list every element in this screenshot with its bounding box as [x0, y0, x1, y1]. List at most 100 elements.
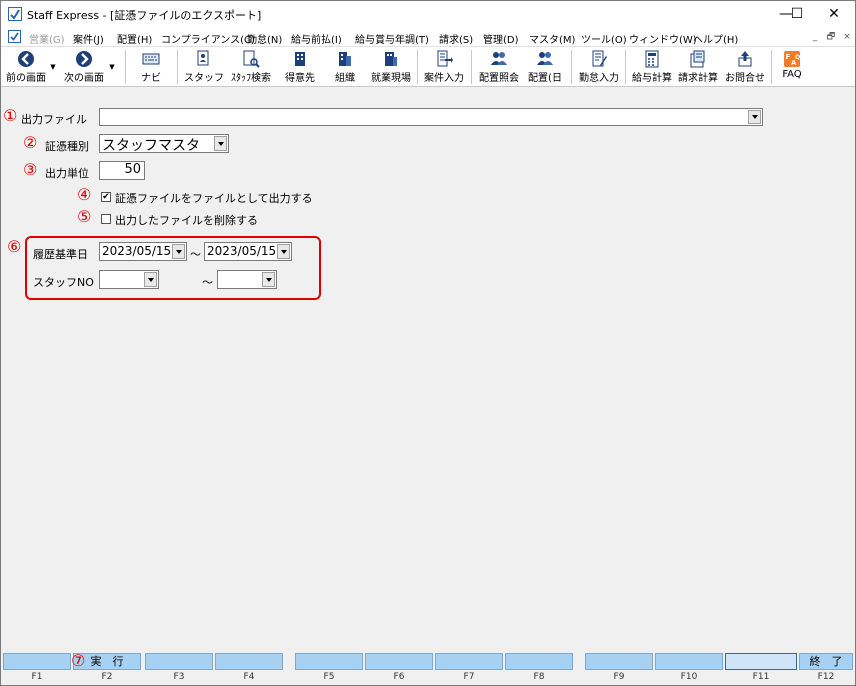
- menu-assignment[interactable]: 配置(H): [117, 31, 152, 46]
- toolbar-separator: [177, 50, 178, 84]
- fkey-label-f4: F4: [243, 672, 255, 682]
- history-date-to-dropdown-button[interactable]: [277, 244, 290, 259]
- staff-no-label: スタッフNO: [33, 276, 94, 289]
- tb-label: 案件入力: [424, 73, 464, 84]
- tb-prev-screen[interactable]: 前の画面: [3, 47, 49, 87]
- fkey-f7-button[interactable]: [435, 653, 503, 670]
- close-button[interactable]: ✕: [811, 1, 856, 27]
- svg-text:F: F: [786, 53, 791, 61]
- tb-staff[interactable]: スタッフ: [181, 47, 227, 87]
- menu-payroll[interactable]: 給与賞与年調(T): [355, 31, 429, 46]
- output-file-dropdown-button[interactable]: [748, 110, 761, 124]
- fkey-f6-button[interactable]: [365, 653, 433, 670]
- tb-navi[interactable]: ナビ: [129, 47, 173, 87]
- mdi-restore-button[interactable]: 🗗: [825, 31, 837, 43]
- evidence-type-select[interactable]: スタッフマスタ: [99, 134, 229, 154]
- toolbar: 前の画面 ▼ 次の画面 ▼ ナビ スタッフ ｽﾀｯﾌ検索 得意先 組織 就業現場…: [1, 47, 855, 87]
- chevron-down-icon: [751, 115, 758, 119]
- chevron-down-icon: [175, 249, 182, 254]
- tb-next-dropdown[interactable]: ▼: [108, 47, 116, 87]
- staff-no-to-dropdown-button[interactable]: [262, 272, 275, 287]
- tb-assignment-inquiry[interactable]: 配置照会: [475, 47, 523, 87]
- menu-sales[interactable]: 営業(G): [29, 31, 65, 46]
- staff-no-from-select[interactable]: [99, 270, 159, 289]
- job-entry-icon: [437, 50, 453, 67]
- inquiry-icon: [738, 51, 752, 67]
- faq-icon: FAQ: [784, 51, 800, 67]
- tb-clients[interactable]: 得意先: [277, 47, 323, 87]
- tb-billing-calc[interactable]: 請求計算: [675, 47, 721, 87]
- menu-admin[interactable]: 管理(D): [483, 31, 519, 46]
- toolbar-separator: [417, 50, 418, 84]
- menu-compliance[interactable]: コンプライアンス(C): [161, 31, 255, 46]
- fkey-f4-button[interactable]: [215, 653, 283, 670]
- history-date-to-value: 2023/05/15: [207, 244, 277, 258]
- fkey-f9-button[interactable]: [585, 653, 653, 670]
- tb-inquiry[interactable]: お問合せ: [721, 47, 769, 87]
- tb-label: 得意先: [285, 73, 315, 84]
- history-date-from-dropdown-button[interactable]: [172, 244, 185, 259]
- output-unit-value: 50: [124, 162, 141, 177]
- fkey-label-f11: F11: [752, 672, 770, 682]
- arrow-left-icon: [18, 51, 34, 67]
- tb-label: 就業現場: [371, 73, 411, 84]
- marker-1: ①: [3, 106, 18, 125]
- tb-assignment-daily[interactable]: 配置(日: [523, 47, 567, 87]
- svg-text:Q: Q: [795, 54, 800, 61]
- menu-window[interactable]: ウィンドウ(W): [629, 31, 697, 46]
- fkey-f1-button[interactable]: [3, 653, 71, 670]
- tb-staff-search[interactable]: ｽﾀｯﾌ検索: [227, 47, 275, 87]
- fkey-label-f12: F12: [817, 672, 835, 682]
- fkey-label-f7: F7: [463, 672, 475, 682]
- menu-tools[interactable]: ツール(O): [581, 31, 627, 46]
- output-unit-input[interactable]: 50: [99, 161, 145, 180]
- history-date-to-picker[interactable]: 2023/05/15: [204, 242, 292, 261]
- tb-next-screen[interactable]: 次の画面: [61, 47, 107, 87]
- marker-5: ⑤: [77, 207, 92, 226]
- export-as-file-checkbox[interactable]: ✔: [101, 192, 111, 202]
- delete-output-checkbox[interactable]: [101, 214, 111, 224]
- menu-master[interactable]: マスタ(M): [529, 31, 575, 46]
- delete-output-label: 出力したファイルを削除する: [115, 214, 258, 227]
- menu-jobs[interactable]: 案件(J): [73, 31, 104, 46]
- tb-prev-dropdown[interactable]: ▼: [49, 47, 57, 87]
- tb-workplace[interactable]: 就業現場: [367, 47, 415, 87]
- menu-attendance[interactable]: 勤怠(N): [247, 31, 282, 46]
- tb-attendance-entry[interactable]: 勤怠入力: [575, 47, 623, 87]
- fkey-f3-button[interactable]: [145, 653, 213, 670]
- window-title: Staff Express - [証憑ファイルのエクスポート]: [27, 9, 262, 22]
- marker-4: ④: [77, 185, 92, 204]
- person-search-icon: [243, 50, 260, 68]
- menu-billing[interactable]: 請求(S): [439, 31, 473, 46]
- fkey-f8-button[interactable]: [505, 653, 573, 670]
- tb-label: 配置照会: [479, 73, 519, 84]
- output-file-label: 出力ファイル: [21, 113, 87, 126]
- mdi-close-button[interactable]: ×: [841, 31, 853, 43]
- fkey-f12-button[interactable]: 終 了: [799, 653, 853, 670]
- date-range-separator: ～: [190, 248, 201, 261]
- menu-advance-pay[interactable]: 給与前払(I): [291, 31, 342, 46]
- mdi-minimize-button[interactable]: _: [809, 31, 821, 43]
- tb-label: FAQ: [782, 69, 802, 80]
- fkey-f5-button[interactable]: [295, 653, 363, 670]
- output-unit-label: 出力単位: [45, 167, 89, 180]
- staff-no-range-separator: ～: [202, 276, 213, 289]
- history-date-from-value: 2023/05/15: [102, 244, 172, 258]
- fkey-f10-button[interactable]: [655, 653, 723, 670]
- tb-organization[interactable]: 組織: [323, 47, 367, 87]
- output-file-combobox[interactable]: [99, 108, 763, 126]
- evidence-type-dropdown-button[interactable]: [214, 136, 227, 151]
- fkey-f11-button[interactable]: [725, 653, 797, 670]
- history-date-from-picker[interactable]: 2023/05/15: [99, 242, 187, 261]
- staff-no-from-dropdown-button[interactable]: [144, 272, 157, 287]
- fkey-label-f6: F6: [393, 672, 405, 682]
- fkey-label-f9: F9: [613, 672, 625, 682]
- menu-help[interactable]: ヘルプ(H): [693, 31, 738, 46]
- assignment-daily-icon: [537, 52, 553, 65]
- tb-job-entry[interactable]: 案件入力: [421, 47, 467, 87]
- tb-payroll-calc[interactable]: 給与計算: [629, 47, 675, 87]
- tb-faq[interactable]: FAQ FAQ: [775, 47, 809, 87]
- staff-no-to-select[interactable]: [217, 270, 277, 289]
- evidence-type-value: スタッフマスタ: [102, 138, 200, 154]
- tb-label: 組織: [335, 73, 355, 84]
